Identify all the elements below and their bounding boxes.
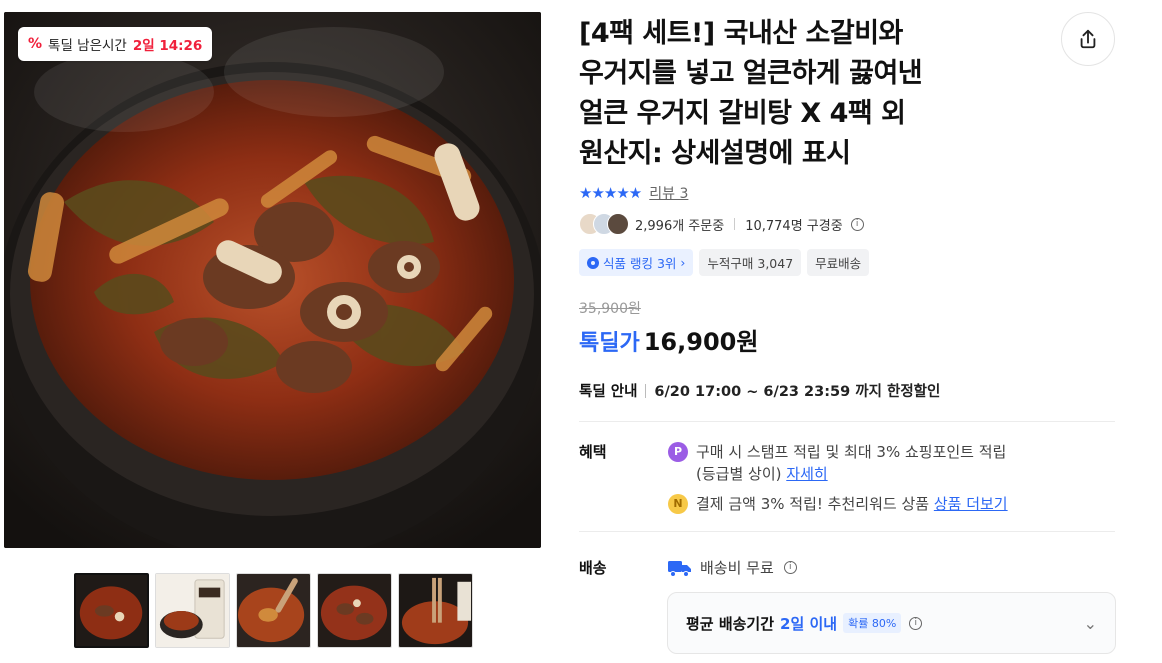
rating-row: ★★★★★ 리뷰 3 xyxy=(579,183,688,203)
benefit-reward: N 결제 금액 3% 적립! 추천리워드 상품 상품 더보기 xyxy=(668,493,1008,515)
thumbnail-strip xyxy=(74,573,473,648)
info-icon[interactable]: i xyxy=(783,561,797,574)
order-count: 2,996개 주문중 xyxy=(635,218,725,234)
benefit-stamp-note: (등급별 상이) xyxy=(696,465,782,483)
thumbnail-3[interactable] xyxy=(236,573,311,648)
section-divider xyxy=(579,421,1115,422)
product-title-line: 원산지: 상세설명에 표시 xyxy=(579,138,851,169)
deal-info-row: 톡딜 안내 6/20 17:00 ~ 6/23 23:59 까지 한정할인 xyxy=(579,380,940,401)
ranking-icon xyxy=(587,256,599,269)
viewer-count: 10,774명 구경중 xyxy=(745,218,843,234)
delivery-estimate-box[interactable]: 평균 배송기간 2일 이내 확률 80% i ⌄ xyxy=(667,592,1116,654)
benefit-stamp: P 구매 시 스탬프 적립 및 최대 3% 쇼핑포인트 적립 (등급별 상이) … xyxy=(668,441,1006,485)
benefit-stamp-text: 구매 시 스탬프 적립 및 최대 3% 쇼핑포인트 적립 xyxy=(696,443,1007,461)
percent-icon: % xyxy=(28,36,43,52)
section-divider xyxy=(579,531,1115,532)
benefit-detail-link[interactable]: 자세히 xyxy=(786,465,827,483)
chevron-right-icon: › xyxy=(680,255,686,270)
social-proof-row: 2,996개 주문중 10,774명 구경중 i xyxy=(579,213,864,235)
avatar xyxy=(607,213,629,235)
original-price: 35,900원 xyxy=(579,301,641,317)
product-title-line: 얼큰 우거지 갈비탕 X 4팩 외 xyxy=(579,98,906,129)
star-rating-icon: ★★★★★ xyxy=(579,184,642,202)
ranking-tag-label: 식품 랭킹 3위 xyxy=(603,256,677,271)
review-link[interactable]: 리뷰 3 xyxy=(649,183,688,203)
benefits-label: 혜택 xyxy=(579,443,607,461)
sale-price: 16,900원 xyxy=(643,328,759,356)
divider xyxy=(645,383,647,398)
deal-info-label: 톡딜 안내 xyxy=(579,384,638,400)
price-label: 톡딜가 xyxy=(579,331,640,356)
benefit-reward-text: 결제 금액 3% 적립! 추천리워드 상품 xyxy=(696,495,930,513)
thumbnail-4[interactable] xyxy=(317,573,392,648)
shipping-fee: 배송비 무료 xyxy=(700,559,774,577)
thumbnail-5[interactable] xyxy=(398,573,473,648)
main-product-image[interactable] xyxy=(4,12,541,548)
product-title-line: [4팩 세트!] 국내산 소갈비와 xyxy=(579,18,903,49)
share-button[interactable] xyxy=(1061,12,1115,66)
more-products-link[interactable]: 상품 더보기 xyxy=(934,495,1008,513)
price-row: 톡딜가 16,900원 xyxy=(579,322,758,357)
delivery-days: 2일 이내 xyxy=(780,614,838,633)
free-shipping-tag: 무료배송 xyxy=(807,249,870,276)
product-title-line: 우거지를 넣고 얼큰하게 끓여낸 xyxy=(579,58,923,89)
tag-row: 식품 랭킹 3위 › 누적구매 3,047 무료배송 xyxy=(579,249,870,276)
thumbnail-2[interactable] xyxy=(155,573,230,648)
deal-badge-label: 톡딜 남은시간 xyxy=(48,38,127,54)
reward-coin-icon: N xyxy=(668,494,688,514)
deal-period: 6/20 17:00 ~ 6/23 23:59 까지 한정할인 xyxy=(654,384,941,400)
share-icon xyxy=(1080,29,1096,49)
point-coin-icon: P xyxy=(668,442,688,462)
chevron-down-icon[interactable]: ⌄ xyxy=(1084,614,1097,633)
thumbnail-1[interactable] xyxy=(74,573,149,648)
ranking-tag[interactable]: 식품 랭킹 3위 › xyxy=(579,249,694,276)
shipping-label: 배송 xyxy=(579,559,607,577)
buyer-avatars xyxy=(579,213,629,235)
deal-badge-time: 2일 14:26 xyxy=(132,38,203,54)
divider xyxy=(734,218,736,230)
cumulative-purchase-tag: 누적구매 3,047 xyxy=(699,249,802,276)
probability-badge: 확률 80% xyxy=(843,613,902,633)
delivery-label: 평균 배송기간 xyxy=(686,614,775,633)
truck-icon xyxy=(668,560,691,577)
info-icon[interactable]: i xyxy=(850,217,864,231)
shipping-fee-row: 배송비 무료 i xyxy=(668,557,797,578)
info-icon[interactable]: i xyxy=(909,616,923,630)
deal-countdown-badge: % 톡딜 남은시간 2일 14:26 xyxy=(18,27,213,61)
galbitang-photo xyxy=(4,12,541,548)
product-title: [4팩 세트!] 국내산 소갈비와 우거지를 넣고 얼큰하게 끓여낸 얼큰 우거… xyxy=(579,14,1039,174)
